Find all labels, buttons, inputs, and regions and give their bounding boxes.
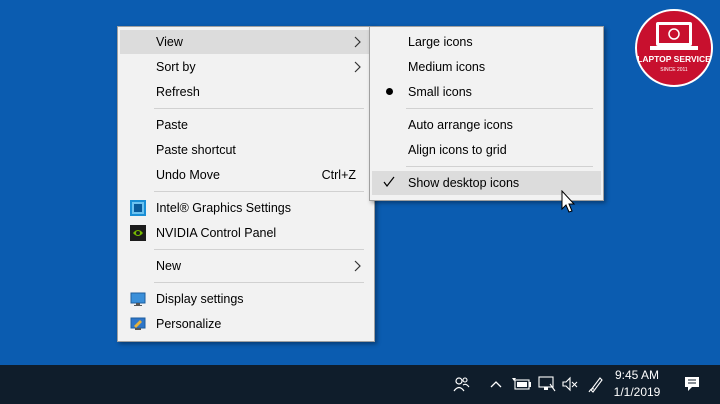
clock-time: 9:45 AM: [614, 368, 660, 382]
submenu-item-auto-arrange[interactable]: Auto arrange icons: [372, 113, 601, 137]
menu-item-view[interactable]: View: [120, 30, 372, 54]
menu-item-label: Small icons: [408, 85, 472, 99]
intel-graphics-icon: [130, 200, 146, 216]
menu-separator: [154, 249, 364, 250]
menu-separator: [154, 282, 364, 283]
menu-item-label: View: [156, 35, 183, 49]
desktop-context-menu: View Sort by Refresh Paste Paste shortcu…: [117, 26, 375, 342]
menu-item-intel-graphics[interactable]: Intel® Graphics Settings: [120, 196, 372, 220]
personalize-icon: [130, 317, 146, 330]
menu-separator: [154, 108, 364, 109]
menu-item-paste-shortcut[interactable]: Paste shortcut: [120, 138, 372, 162]
menu-separator: [406, 108, 593, 109]
menu-separator: [406, 166, 593, 167]
menu-item-display-settings[interactable]: Display settings: [120, 287, 372, 311]
radio-selected-icon: [386, 88, 393, 95]
menu-item-label: Align icons to grid: [408, 143, 507, 157]
menu-item-new[interactable]: New: [120, 254, 372, 278]
submenu-item-medium-icons[interactable]: Medium icons: [372, 55, 601, 79]
menu-item-undo-move[interactable]: Undo Move Ctrl+Z: [120, 163, 372, 187]
submenu-item-large-icons[interactable]: Large icons: [372, 30, 601, 54]
notifications-icon[interactable]: [684, 376, 700, 392]
menu-item-paste[interactable]: Paste: [120, 113, 372, 137]
menu-item-label: New: [156, 259, 182, 273]
menu-item-nvidia-control-panel[interactable]: NVIDIA Control Panel: [120, 221, 372, 245]
logo-brand-text: LAPTOP SERVICE: [637, 54, 711, 64]
menu-item-label: Intel® Graphics Settings: [156, 201, 291, 215]
display-settings-icon: [130, 292, 146, 306]
menu-item-personalize[interactable]: Personalize: [120, 312, 372, 336]
chevron-right-icon: [354, 36, 361, 48]
chevron-right-icon: [354, 260, 361, 272]
menu-item-label: Paste shortcut: [156, 143, 236, 157]
menu-item-label: Sort by: [156, 60, 196, 74]
menu-item-shortcut: Ctrl+Z: [321, 168, 356, 182]
submenu-item-align-to-grid[interactable]: Align icons to grid: [372, 138, 601, 162]
chevron-up-icon[interactable]: [490, 379, 502, 389]
view-submenu: Large icons Medium icons Small icons Aut…: [369, 26, 604, 201]
clock-date: 1/1/2019: [613, 385, 661, 399]
checkmark-icon: [383, 176, 395, 187]
menu-item-label: Personalize: [156, 317, 222, 331]
battery-icon[interactable]: [512, 377, 532, 391]
menu-item-sort-by[interactable]: Sort by: [120, 55, 372, 79]
nvidia-icon: [130, 225, 146, 241]
people-icon[interactable]: [452, 375, 470, 393]
volume-muted-icon[interactable]: [562, 376, 578, 392]
chevron-right-icon: [354, 61, 361, 73]
menu-item-label: NVIDIA Control Panel: [156, 226, 277, 240]
logo-tagline-text: SINCE 2011: [660, 67, 688, 73]
menu-item-refresh[interactable]: Refresh: [120, 80, 372, 104]
menu-item-label: Show desktop icons: [408, 176, 520, 190]
submenu-item-small-icons[interactable]: Small icons: [372, 80, 601, 104]
menu-item-label: Refresh: [156, 85, 200, 99]
menu-item-label: Undo Move: [156, 168, 220, 182]
laptop-service-logo: LAPTOP SERVICE SINCE 2011: [635, 9, 713, 87]
menu-item-label: Display settings: [156, 292, 244, 306]
network-icon[interactable]: [538, 376, 556, 392]
taskbar: 9:45 AM 1/1/2019: [0, 365, 720, 404]
menu-item-label: Paste: [156, 118, 188, 132]
menu-item-label: Medium icons: [408, 60, 486, 74]
system-clock[interactable]: 9:45 AM 1/1/2019: [606, 367, 668, 401]
menu-item-label: Large icons: [408, 35, 473, 49]
pen-icon[interactable]: [588, 375, 604, 393]
menu-item-label: Auto arrange icons: [408, 118, 513, 132]
mouse-pointer-icon: [561, 190, 576, 213]
menu-separator: [154, 191, 364, 192]
